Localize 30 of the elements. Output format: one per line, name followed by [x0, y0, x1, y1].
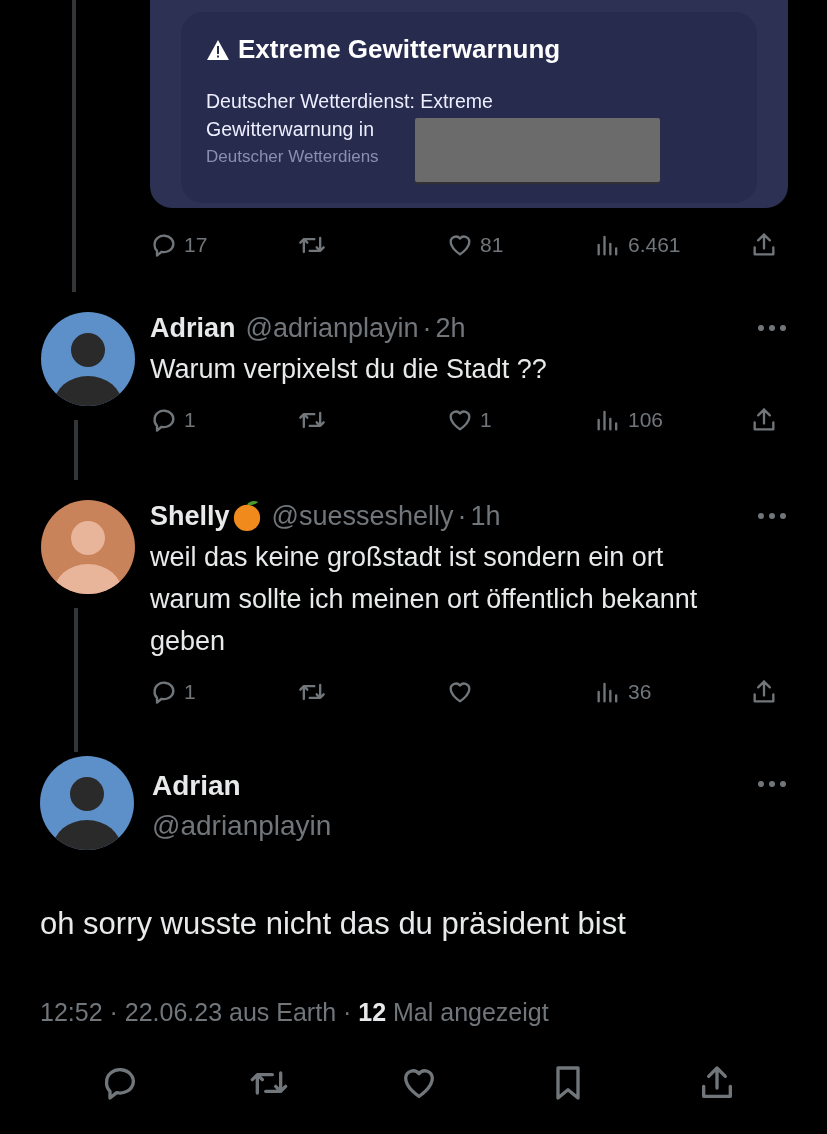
more-icon[interactable]	[757, 780, 787, 788]
user-handle[interactable]: @adrianplayin	[245, 312, 419, 344]
warning-title: Extreme Gewitterwarnung	[238, 34, 561, 65]
user-handle[interactable]: @adrianplayin	[152, 806, 332, 846]
count: 1	[480, 408, 492, 432]
warning-icon	[206, 38, 230, 61]
user-handle[interactable]: @suesseshelly	[271, 500, 454, 532]
count: 1	[184, 408, 196, 432]
timestamp: 1h	[470, 500, 501, 532]
separator-dot: ·	[457, 500, 467, 532]
count: 6.461	[628, 233, 681, 257]
post-meta: 12:52 · 22.06.23 aus Earth · 12 Mal angezeigt	[40, 998, 550, 1027]
more-icon[interactable]	[757, 324, 787, 332]
count: 1	[184, 680, 196, 704]
timestamp: 2h	[435, 312, 466, 344]
quoted-media-card[interactable]: Extreme Gewitterwarnung Deutscher Wetterdienst: Extreme Gewitterwarnung in Deutscher Wetterdiens	[150, 0, 788, 208]
more-icon[interactable]	[757, 512, 787, 520]
count: 17	[184, 233, 208, 257]
user-name[interactable]: Adrian	[150, 312, 236, 344]
warning-source: Deutscher Wetterdiens	[206, 147, 380, 167]
separator-dot: ·	[422, 312, 432, 344]
post-text: oh sorry wusste nicht das du präsident bist	[40, 906, 627, 942]
count: 36	[628, 680, 652, 704]
reply-text: Warum verpixelst du die Stadt ??	[150, 353, 548, 386]
count: 81	[480, 233, 504, 257]
warning-text: Deutscher Wetterdienst: Extreme Gewitterwarnung in	[206, 89, 494, 142]
user-name[interactable]: Shelly	[150, 500, 230, 532]
user-name[interactable]: Adrian	[152, 766, 332, 806]
reply-text: weil das keine großstadt ist sondern ein ort warum sollte ich meinen ort öffentlich bekannt geben	[150, 541, 699, 658]
count: 106	[628, 408, 664, 432]
